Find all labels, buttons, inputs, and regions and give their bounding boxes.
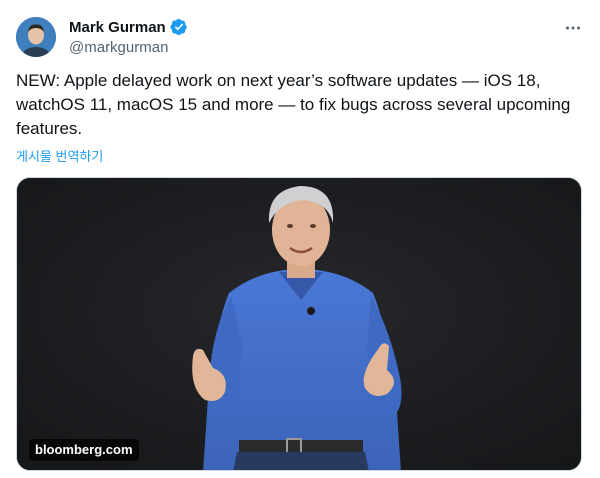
author-handle[interactable]: @markgurman xyxy=(69,39,188,56)
more-options-icon[interactable] xyxy=(560,15,586,41)
author-avatar[interactable] xyxy=(16,17,56,57)
tweet-card: Mark Gurman @markgurman NEW: Apple delay… xyxy=(0,0,600,478)
verified-badge-icon[interactable] xyxy=(170,18,188,36)
translate-post-link[interactable]: 게시물 번역하기 xyxy=(16,146,103,165)
author-info: Mark Gurman @markgurman xyxy=(69,16,188,56)
media-source-label: bloomberg.com xyxy=(29,439,139,461)
avatar-image xyxy=(16,17,56,57)
presenter-photo xyxy=(17,178,581,470)
tweet-media-image[interactable]: bloomberg.com xyxy=(16,177,582,471)
author-display-name[interactable]: Mark Gurman xyxy=(69,19,166,36)
name-row: Mark Gurman xyxy=(69,16,188,38)
tweet-text: NEW: Apple delayed work on next year’s s… xyxy=(16,71,571,138)
